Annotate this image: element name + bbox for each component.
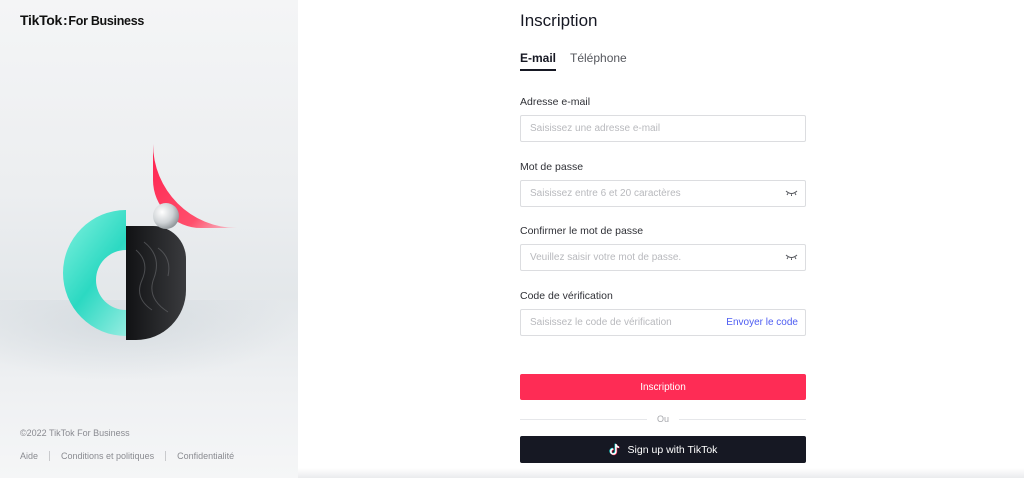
signup-with-tiktok-button[interactable]: Sign up with TikTok	[520, 436, 806, 463]
email-label: Adresse e-mail	[520, 96, 591, 108]
password-field-wrapper	[520, 180, 806, 207]
tab-phone[interactable]: Téléphone	[570, 51, 627, 71]
verification-field-wrapper: Envoyer le code	[520, 309, 806, 336]
password-field[interactable]	[521, 181, 805, 206]
copyright-text: ©2022 TikTok For Business	[20, 428, 130, 438]
footer-link-help[interactable]: Aide	[20, 451, 38, 461]
logo-tiktok-text: TikTok	[20, 12, 63, 28]
logo-separator: :	[63, 12, 68, 28]
confirm-password-field-wrapper	[520, 244, 806, 271]
signup-with-tiktok-label: Sign up with TikTok	[627, 443, 718, 456]
verification-code-label: Code de vérification	[520, 290, 613, 302]
signup-submit-button[interactable]: Inscription	[520, 374, 806, 400]
confirm-password-label: Confirmer le mot de passe	[520, 225, 644, 237]
footer-divider	[49, 451, 51, 461]
tiktok-for-business-logo[interactable]: TikTok:For Business	[20, 12, 144, 28]
tab-email[interactable]: E-mail	[520, 51, 557, 71]
or-divider: Ou	[520, 412, 807, 426]
signup-method-tabs: E-mail Téléphone	[520, 51, 641, 71]
email-field-wrapper	[520, 115, 806, 142]
footer-link-terms[interactable]: Conditions et politiques	[61, 451, 154, 461]
logo-for-business-text: For Business	[68, 14, 144, 28]
tiktok-note-icon	[608, 443, 620, 456]
or-text: Ou	[657, 414, 670, 424]
brand-panel: TikTok:For Business ©2022 TikTok For Bus…	[0, 0, 298, 478]
page-title: Inscription	[520, 11, 598, 30]
confirm-password-field[interactable]	[521, 245, 805, 270]
eye-closed-icon[interactable]	[785, 189, 798, 198]
divider-line	[679, 418, 807, 420]
password-label: Mot de passe	[520, 161, 584, 173]
email-field[interactable]	[521, 116, 805, 141]
eye-closed-icon[interactable]	[785, 253, 798, 262]
footer-links: Aide Conditions et politiques Confidenti…	[20, 451, 234, 461]
bottom-edge-shadow	[298, 468, 1024, 478]
divider-line	[520, 418, 647, 420]
send-code-button[interactable]: Envoyer le code	[726, 317, 798, 328]
footer-divider	[165, 451, 167, 461]
footer-link-privacy[interactable]: Confidentialité	[177, 451, 234, 461]
tiktok-3d-logo	[63, 144, 237, 340]
